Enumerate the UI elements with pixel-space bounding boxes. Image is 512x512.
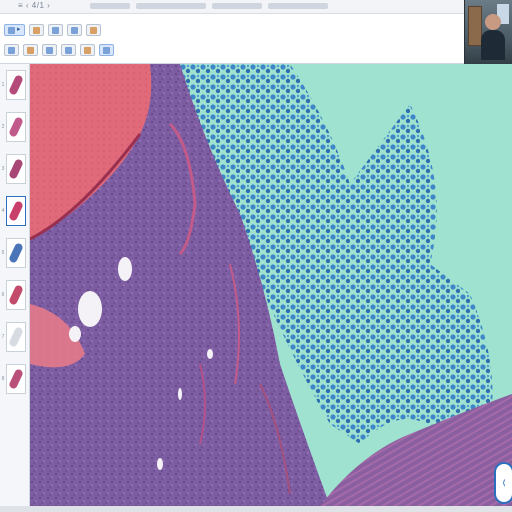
- lumen: [69, 326, 81, 342]
- thumbnail-tissue: [8, 116, 24, 138]
- fullscreen-button[interactable]: [99, 44, 114, 56]
- zoom-out-icon: [27, 46, 34, 54]
- thumbnail-tissue: [8, 284, 24, 306]
- thumbnail-tissue: [8, 368, 24, 390]
- pen-button[interactable]: [47, 24, 63, 36]
- thumbnail-tissue: [8, 74, 24, 96]
- slide-thumbnails-sidebar: 12345678: [0, 64, 30, 512]
- slide-thumbnail[interactable]: [6, 322, 26, 352]
- toolbar: ▸: [0, 14, 464, 64]
- tab[interactable]: [268, 3, 328, 9]
- lumen: [78, 291, 102, 327]
- lumen: [157, 458, 163, 470]
- tab[interactable]: [136, 3, 206, 9]
- title-bar: ≡ ‹ 4/1 ›: [0, 0, 464, 14]
- slide-thumbnail[interactable]: [6, 280, 26, 310]
- ruler-button[interactable]: [66, 24, 82, 36]
- grid-button[interactable]: [28, 24, 44, 36]
- slide-viewer-canvas[interactable]: [30, 64, 512, 506]
- tab-strip: [90, 3, 360, 11]
- presenter-body: [481, 30, 505, 60]
- slide-thumbnail[interactable]: [6, 112, 26, 142]
- presenter-head: [485, 14, 501, 30]
- zoom-out-button[interactable]: [23, 44, 38, 56]
- thumbnail-tissue: [8, 326, 24, 348]
- lumen: [178, 388, 182, 400]
- bookshelf: [468, 6, 482, 46]
- slide-thumbnail[interactable]: [6, 154, 26, 184]
- chevron-icon: ⟨: [502, 480, 506, 487]
- lumen: [118, 257, 132, 281]
- thumbnail-tissue: [8, 158, 24, 180]
- zoom-in-button[interactable]: [4, 44, 19, 56]
- thumbnail-tissue: [8, 200, 24, 222]
- slide-thumbnail[interactable]: [6, 364, 26, 394]
- zoom-in-icon: [8, 46, 15, 54]
- status-bar: [0, 506, 512, 512]
- annotate-button[interactable]: [61, 44, 76, 56]
- layers-icon: [89, 26, 97, 34]
- rotate-icon: [84, 46, 91, 54]
- slide-viewer-app: ≡ ‹ 4/1 › ▸ 12345678 ⟨: [0, 0, 512, 512]
- pan-button[interactable]: [42, 44, 57, 56]
- pen-icon: [51, 26, 59, 34]
- slide-thumbnail[interactable]: [6, 196, 26, 226]
- tab[interactable]: [212, 3, 262, 9]
- thumbnail-tissue: [8, 242, 24, 264]
- lumen: [207, 349, 213, 359]
- slide-thumbnail[interactable]: [6, 70, 26, 100]
- layers-button[interactable]: [85, 24, 101, 36]
- collapse-panel-button[interactable]: ⟨: [494, 462, 512, 504]
- toolbar-row-secondary: [4, 44, 114, 56]
- window-title: ≡ ‹ 4/1 ›: [18, 1, 51, 10]
- toolbar-row-primary: ▸: [4, 24, 101, 36]
- rotate-button[interactable]: [80, 44, 95, 56]
- fullscreen-icon: [103, 46, 110, 54]
- webcam-overlay: [464, 0, 512, 68]
- histology-slide-image[interactable]: [30, 64, 512, 506]
- annotate-icon: [65, 46, 72, 54]
- play-button[interactable]: ▸: [4, 24, 25, 36]
- play-icon: [8, 26, 15, 34]
- pan-icon: [46, 46, 53, 54]
- slide-thumbnail[interactable]: [6, 238, 26, 268]
- tool-label: ▸: [17, 26, 21, 33]
- grid-icon: [32, 26, 40, 34]
- ruler-icon: [70, 26, 78, 34]
- tab[interactable]: [90, 3, 130, 9]
